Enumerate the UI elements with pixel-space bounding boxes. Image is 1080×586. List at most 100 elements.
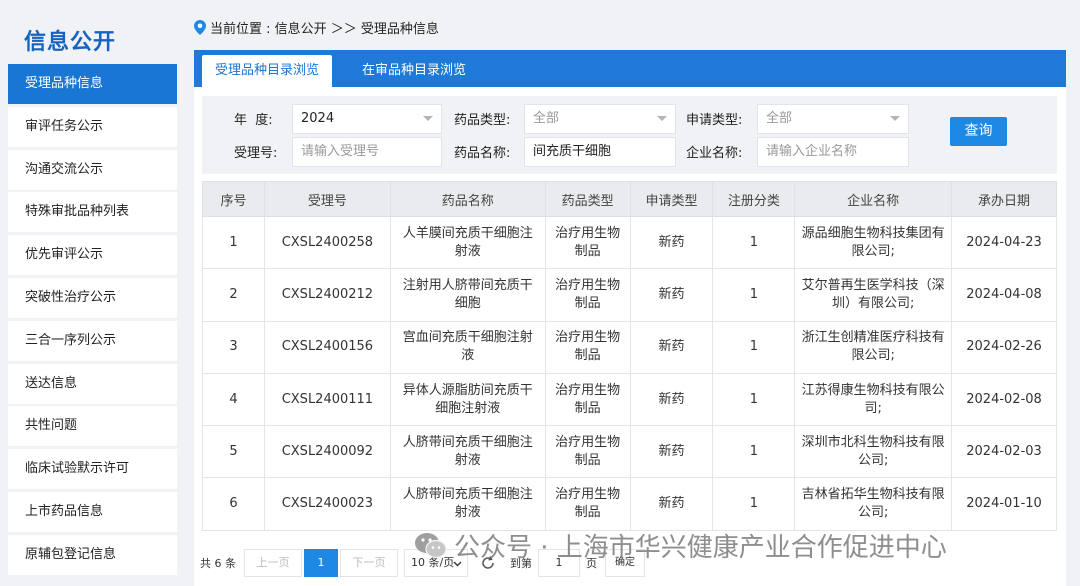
cell-drug-name[interactable]: 异体人源脂肪间充质干细胞注射液 xyxy=(389,372,546,427)
cell-date: 2024-04-23 xyxy=(951,215,1057,270)
cell-accept-no: CXSL2400023 xyxy=(263,477,391,531)
sidebar-item-accepted-varieties[interactable]: 受理品种信息 xyxy=(8,64,177,104)
cell-drug-name[interactable]: 人脐带间充质干细胞注射液 xyxy=(389,477,546,531)
sidebar-item-communication[interactable]: 沟通交流公示 xyxy=(8,149,177,190)
cell-drug-type: 治疗用生物制品 xyxy=(544,320,631,374)
apply-type-label: 申请类型: xyxy=(686,113,743,128)
breadcrumb: 当前位置 : 信息公开 ＞＞ 受理品种信息 xyxy=(194,18,439,37)
col-header-company[interactable]: 企业名称 xyxy=(794,181,953,217)
company-input[interactable]: 请输入企业名称 xyxy=(757,137,909,167)
col-header-drug-name[interactable]: 药品名称 xyxy=(389,181,546,217)
cell-accept-no: CXSL2400212 xyxy=(263,268,391,322)
sidebar-item-excipient-registration[interactable]: 原辅包登记信息 xyxy=(8,534,177,575)
cell-apply-type: 新药 xyxy=(629,215,714,270)
chevron-down-icon xyxy=(890,116,900,121)
cell-reg-class: 1 xyxy=(712,268,796,322)
col-header-drug-type[interactable]: 药品类型 xyxy=(544,181,631,217)
cell-date: 2024-02-08 xyxy=(951,372,1057,427)
tab-under-review-catalog[interactable]: 在审品种目录浏览 xyxy=(362,50,466,87)
cell-drug-type: 治疗用生物制品 xyxy=(544,268,631,322)
cell-company: 浙江生创精准医疗科技有限公司; xyxy=(794,320,953,374)
tab-bar: 受理品种目录浏览 在审品种目录浏览 xyxy=(194,50,1066,87)
col-header-index[interactable]: 序号 xyxy=(202,181,265,217)
cell-company: 源品细胞生物科技集团有限公司; xyxy=(794,215,953,270)
cell-apply-type: 新药 xyxy=(629,425,714,479)
cell-drug-name[interactable]: 宫血间充质干细胞注射液 xyxy=(389,320,546,374)
main-panel: 受理品种目录浏览 在审品种目录浏览 年 度: 2024 药品类型: 全部 申请类… xyxy=(194,50,1066,586)
cell-date: 2024-04-08 xyxy=(951,268,1057,322)
prev-page-button[interactable]: 上一页 xyxy=(244,549,302,577)
filter-form: 年 度: 2024 药品类型: 全部 申请类型: 全部 查询 受理号: 请输入受… xyxy=(202,96,1057,174)
cell-reg-class: 1 xyxy=(712,372,796,427)
sidebar-item-marketed-drugs[interactable]: 上市药品信息 xyxy=(8,491,177,532)
cell-index: 4 xyxy=(202,372,265,427)
sidebar-item-three-in-one[interactable]: 三合一序列公示 xyxy=(8,320,177,361)
cell-index: 6 xyxy=(202,477,265,531)
sidebar: 信息公开 受理品种信息 审评任务公示 沟通交流公示 特殊审批品种列表 优先审评公… xyxy=(0,0,183,586)
drug-type-select[interactable]: 全部 xyxy=(524,104,676,134)
table-row[interactable]: 5 CXSL2400092 人脐带间充质干细胞注射液 治疗用生物制品 新药 1 … xyxy=(202,425,1057,479)
sidebar-item-clinical-trial[interactable]: 临床试验默示许可 xyxy=(8,449,177,490)
year-select[interactable]: 2024 xyxy=(292,104,442,134)
chevron-down-icon xyxy=(423,116,433,121)
cell-apply-type: 新药 xyxy=(629,372,714,427)
cell-date: 2024-02-26 xyxy=(951,320,1057,374)
sidebar-item-priority-review[interactable]: 优先审评公示 xyxy=(8,235,177,276)
next-page-button[interactable]: 下一页 xyxy=(340,549,398,577)
watermark-text: 公众号 · 上海市华兴健康产业合作促进中心 xyxy=(454,533,947,563)
cell-company: 江苏得康生物科技有限公司; xyxy=(794,372,953,427)
apply-type-select[interactable]: 全部 xyxy=(757,104,909,134)
cell-drug-name[interactable]: 人羊膜间充质干细胞注射液 xyxy=(389,215,546,270)
cell-company: 吉林省拓华生物科技有限公司; xyxy=(794,477,953,531)
drug-name-label: 药品名称: xyxy=(454,146,511,161)
cell-drug-name[interactable]: 人脐带间充质干细胞注射液 xyxy=(389,425,546,479)
year-label: 年 度: xyxy=(234,113,273,128)
results-table: 序号 受理号 药品名称 药品类型 申请类型 注册分类 企业名称 承办日期 1 C… xyxy=(202,181,1057,531)
cell-reg-class: 1 xyxy=(712,477,796,531)
cell-reg-class: 1 xyxy=(712,320,796,374)
cell-drug-name[interactable]: 注射用人脐带间充质干细胞 xyxy=(389,268,546,322)
cell-company: 深圳市北科生物科技有限公司; xyxy=(794,425,953,479)
table-row[interactable]: 4 CXSL2400111 异体人源脂肪间充质干细胞注射液 治疗用生物制品 新药… xyxy=(202,372,1057,427)
table-row[interactable]: 3 CXSL2400156 宫血间充质干细胞注射液 治疗用生物制品 新药 1 浙… xyxy=(202,320,1057,374)
accept-no-input[interactable]: 请输入受理号 xyxy=(292,137,442,167)
sidebar-item-common-issues[interactable]: 共性问题 xyxy=(8,406,177,447)
cell-apply-type: 新药 xyxy=(629,268,714,322)
table-row[interactable]: 6 CXSL2400023 人脐带间充质干细胞注射液 治疗用生物制品 新药 1 … xyxy=(202,477,1057,531)
drug-name-input[interactable]: 间充质干细胞 xyxy=(524,137,676,167)
cell-index: 1 xyxy=(202,215,265,270)
cell-drug-type: 治疗用生物制品 xyxy=(544,215,631,270)
sidebar-item-special-approval[interactable]: 特殊审批品种列表 xyxy=(8,192,177,233)
drug-type-label: 药品类型: xyxy=(454,113,511,128)
breadcrumb-text: 当前位置 : 信息公开 ＞＞ 受理品种信息 xyxy=(210,22,439,37)
sidebar-item-breakthrough[interactable]: 突破性治疗公示 xyxy=(8,277,177,318)
col-header-apply-type[interactable]: 申请类型 xyxy=(629,181,714,217)
sidebar-item-delivery[interactable]: 送达信息 xyxy=(8,363,177,404)
apply-type-select-value: 全部 xyxy=(766,111,793,126)
query-button[interactable]: 查询 xyxy=(950,117,1007,146)
sidebar-item-review-tasks[interactable]: 审评任务公示 xyxy=(8,106,177,147)
cell-drug-type: 治疗用生物制品 xyxy=(544,477,631,531)
location-pin-icon xyxy=(194,20,206,35)
cell-index: 2 xyxy=(202,268,265,322)
cell-company: 艾尔普再生医学科技（深圳）有限公司; xyxy=(794,268,953,322)
cell-accept-no: CXSL2400258 xyxy=(263,215,391,270)
drug-type-select-value: 全部 xyxy=(533,111,560,126)
col-header-reg-class[interactable]: 注册分类 xyxy=(712,181,796,217)
cell-index: 3 xyxy=(202,320,265,374)
table-row[interactable]: 2 CXSL2400212 注射用人脐带间充质干细胞 治疗用生物制品 新药 1 … xyxy=(202,268,1057,322)
accept-no-label: 受理号: xyxy=(234,146,278,161)
cell-accept-no: CXSL2400092 xyxy=(263,425,391,479)
chevron-down-icon xyxy=(657,116,667,121)
page-1-button[interactable]: 1 xyxy=(304,549,338,577)
col-header-accept-no[interactable]: 受理号 xyxy=(263,181,391,217)
cell-drug-type: 治疗用生物制品 xyxy=(544,425,631,479)
col-header-date[interactable]: 承办日期 xyxy=(951,181,1057,217)
table-row[interactable]: 1 CXSL2400258 人羊膜间充质干细胞注射液 治疗用生物制品 新药 1 … xyxy=(202,215,1057,270)
tab-accepted-catalog[interactable]: 受理品种目录浏览 xyxy=(202,55,332,87)
total-count: 共 6 条 xyxy=(200,557,236,570)
company-label: 企业名称: xyxy=(686,146,743,161)
cell-index: 5 xyxy=(202,425,265,479)
cell-date: 2024-01-10 xyxy=(951,477,1057,531)
sidebar-menu: 受理品种信息 审评任务公示 沟通交流公示 特殊审批品种列表 优先审评公示 突破性… xyxy=(8,64,177,578)
